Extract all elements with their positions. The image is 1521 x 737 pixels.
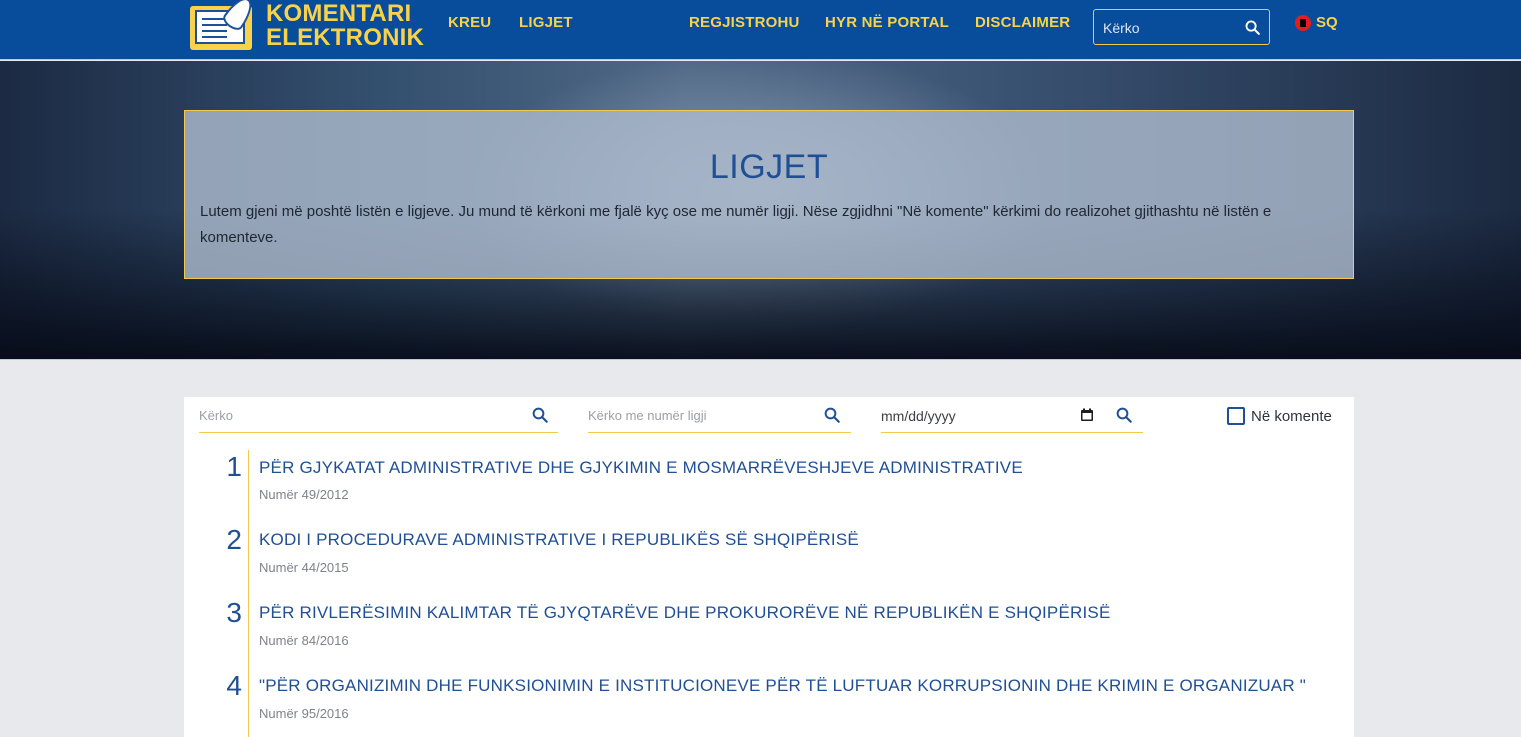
search-icon[interactable] bbox=[1244, 19, 1261, 41]
law-title-link[interactable]: PËR RIVLERËSIMIN KALIMTAR TË GJYQTARËVE … bbox=[259, 603, 1110, 623]
nav-disclaimer[interactable]: DISCLAIMER bbox=[975, 14, 1070, 31]
law-number: Numër 95/2016 bbox=[259, 706, 349, 721]
keyword-search-field[interactable]: Kërko bbox=[199, 398, 558, 433]
language-code: SQ bbox=[1316, 14, 1338, 31]
search-icon[interactable] bbox=[531, 406, 549, 429]
logo-line-1: KOMENTARI bbox=[266, 0, 412, 27]
laws-card: Kërko Kërko me numër ligji mm/dd/yyyy Në… bbox=[184, 397, 1354, 737]
hero-banner: LIGJET Lutem gjeni më poshtë listën e li… bbox=[0, 61, 1521, 360]
law-index: 2 bbox=[226, 524, 242, 555]
search-icon[interactable] bbox=[1115, 406, 1133, 429]
search-icon[interactable] bbox=[823, 406, 841, 429]
albania-flag-icon bbox=[1295, 14, 1311, 31]
page-title: LIGJET bbox=[709, 148, 829, 186]
law-number-input[interactable]: Kërko me numër ligji bbox=[588, 408, 707, 423]
header-search-input[interactable] bbox=[1103, 18, 1243, 38]
logo-icon bbox=[188, 0, 258, 52]
law-index: 3 bbox=[226, 597, 242, 628]
law-title-link[interactable]: KODI I PROCEDURAVE ADMINISTRATIVE I REPU… bbox=[259, 530, 859, 550]
law-item: 1 PËR GJYKATAT ADMINISTRATIVE DHE GJYKIM… bbox=[184, 451, 1354, 523]
law-item: 4 "PËR ORGANIZIMIN DHE FUNKSIONIMIN E IN… bbox=[184, 670, 1354, 737]
law-index: 1 bbox=[226, 451, 242, 482]
in-comments-checkbox[interactable] bbox=[1227, 407, 1245, 425]
in-comments-label: Në komente bbox=[1251, 407, 1332, 425]
in-comments-toggle[interactable]: Në komente bbox=[1227, 407, 1332, 425]
law-title-link[interactable]: "PËR ORGANIZIMIN DHE FUNKSIONIMIN E INST… bbox=[259, 676, 1306, 696]
keyword-search-input[interactable]: Kërko bbox=[199, 408, 233, 423]
nav-kreu[interactable]: KREU bbox=[448, 14, 491, 31]
nav-hyr-ne-portal[interactable]: HYR NË PORTAL bbox=[825, 14, 949, 31]
law-index: 4 bbox=[226, 670, 242, 701]
header-search bbox=[1093, 9, 1270, 45]
law-item: 2 KODI I PROCEDURAVE ADMINISTRATIVE I RE… bbox=[184, 524, 1354, 595]
date-search-field[interactable]: mm/dd/yyyy bbox=[881, 398, 1143, 433]
law-title-link[interactable]: PËR GJYKATAT ADMINISTRATIVE DHE GJYKIMIN… bbox=[259, 458, 1023, 478]
logo-line-2: ELEKTRONIK bbox=[266, 24, 424, 51]
law-item: 3 PËR RIVLERËSIMIN KALIMTAR TË GJYQTARËV… bbox=[184, 597, 1354, 668]
law-number-search-field[interactable]: Kërko me numër ligji bbox=[588, 398, 851, 433]
nav-regjistrohu[interactable]: REGJISTROHU bbox=[689, 14, 800, 31]
law-number: Numër 84/2016 bbox=[259, 633, 349, 648]
law-number: Numër 49/2012 bbox=[259, 487, 349, 502]
logo-text: KOMENTARI ELEKTRONIK bbox=[266, 2, 424, 50]
top-navbar: KOMENTARI ELEKTRONIK KREU LIGJET REGJIST… bbox=[0, 0, 1521, 60]
page-description: Lutem gjeni më poshtë listën e ligjeve. … bbox=[200, 203, 1272, 246]
hero-info-box: LIGJET Lutem gjeni më poshtë listën e li… bbox=[184, 110, 1354, 279]
law-number: Numër 44/2015 bbox=[259, 560, 349, 575]
nav-ligjet[interactable]: LIGJET bbox=[519, 14, 573, 31]
site-logo[interactable]: KOMENTARI ELEKTRONIK bbox=[188, 0, 424, 52]
calendar-icon[interactable] bbox=[1080, 408, 1094, 427]
date-input[interactable]: mm/dd/yyyy bbox=[881, 408, 956, 424]
language-selector[interactable]: SQ bbox=[1295, 14, 1338, 31]
